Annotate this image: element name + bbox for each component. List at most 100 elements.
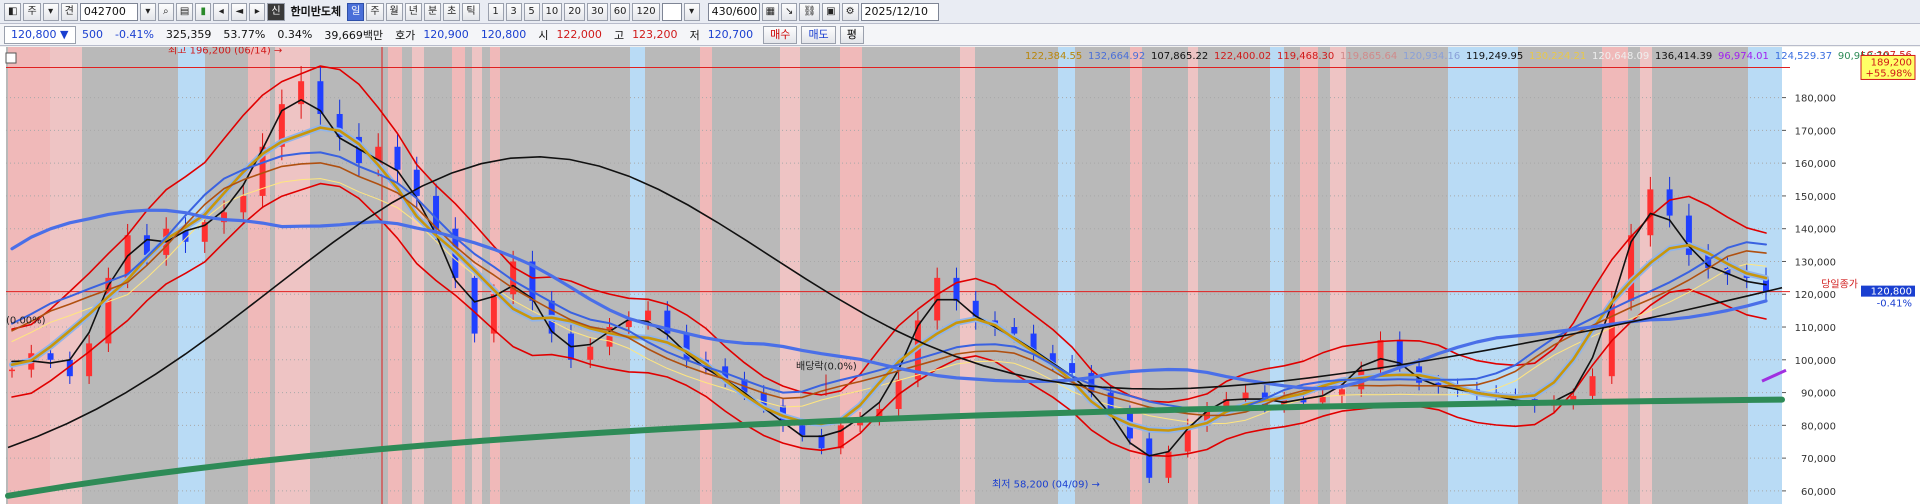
candle-body xyxy=(240,195,247,213)
y-tick-label: 110,000 xyxy=(1795,323,1836,334)
lowest-annotation: 최저 58,200 (04/09) → xyxy=(992,479,1100,491)
period-tick-button[interactable]: 틱 xyxy=(462,2,480,21)
prev-stock-icon[interactable]: ◂ xyxy=(213,2,230,21)
chart-canvas[interactable]: 180,000 170,000 160,000 150,000 140,000 130,0… xyxy=(0,47,1920,504)
period-minute-button[interactable]: 분 xyxy=(423,2,442,21)
quote-bar: 120,800 ▼ 500 -0.41% 325,359 53.77% 0.34… xyxy=(0,24,1920,46)
count-input[interactable]: 430/600 xyxy=(707,2,760,21)
y-tick-label: 160,000 xyxy=(1795,159,1836,170)
price-chart[interactable]: 180,000 170,000 160,000 150,000 140,000 130,0… xyxy=(0,47,1920,504)
ma-legend-value: 132,664.92 xyxy=(1088,51,1145,62)
left-pct-label: (0.00%) xyxy=(6,316,46,327)
chart-window: ◧ 주 ▾ 견 042700 ▾ ⌕ ▤ ▮ ◂ ◄ ▸ 신 한미반도체 일 주… xyxy=(0,0,1920,504)
y-tick-label: 70,000 xyxy=(1801,454,1836,465)
stock-code-input[interactable]: 042700 xyxy=(79,2,138,21)
table-icon[interactable]: ▦ xyxy=(761,2,780,21)
flag-icon[interactable]: ▮ xyxy=(195,2,212,21)
average-button[interactable]: 평 xyxy=(839,25,864,44)
interval-120-button[interactable]: 120 xyxy=(632,2,660,21)
ma-legend-value: 122,384.55 xyxy=(1025,51,1082,62)
interval-custom-input[interactable] xyxy=(661,2,682,21)
main-toolbar: ◧ 주 ▾ 견 042700 ▾ ⌕ ▤ ▮ ◂ ◄ ▸ 신 한미반도체 일 주… xyxy=(0,0,1920,24)
ma-legend-value: 122,400.02 xyxy=(1214,51,1271,62)
ma-legend-value: 119,249.95 xyxy=(1466,51,1523,62)
ma-legend-value: 130,224.21 xyxy=(1529,51,1586,62)
y-tick-label: 150,000 xyxy=(1795,192,1836,203)
y-tick-label: 140,000 xyxy=(1795,225,1836,236)
highlight-band xyxy=(1270,47,1284,504)
save-icon[interactable]: ▣ xyxy=(822,2,840,21)
candle-body xyxy=(1589,376,1596,396)
candle-body xyxy=(9,369,15,372)
dropdown-icon[interactable]: ▾ xyxy=(42,2,59,21)
highlight-band xyxy=(8,47,50,504)
y-tick-label: 170,000 xyxy=(1795,126,1836,137)
chain-icon[interactable]: ⛓ xyxy=(799,2,821,21)
interval-60-button[interactable]: 60 xyxy=(609,2,631,21)
window-menu-icon[interactable]: ◧ xyxy=(4,2,22,21)
volume: 325,359 xyxy=(165,28,212,41)
interval-30-button[interactable]: 30 xyxy=(587,2,608,21)
interval-3-button[interactable]: 3 xyxy=(505,2,522,21)
highlight-band xyxy=(1330,47,1346,504)
dividend-annotation: 배당락(0.0%) xyxy=(796,361,857,373)
highlight-band xyxy=(700,47,712,504)
y-tick-label: 180,000 xyxy=(1795,94,1836,105)
sell-order-button[interactable]: 매도 xyxy=(801,25,836,44)
open-label: 시 xyxy=(538,28,549,42)
interval-20-button[interactable]: 20 xyxy=(564,2,586,21)
credit-flag-badge: 신 xyxy=(267,2,285,21)
high-price-box-value: 189,200 xyxy=(1871,57,1912,68)
ma-legend-value: 120,648.09 xyxy=(1592,51,1649,62)
candle-body xyxy=(587,346,594,360)
period-second-button[interactable]: 초 xyxy=(443,2,461,21)
highlight-band xyxy=(1300,47,1318,504)
period-year-button[interactable]: 년 xyxy=(404,2,422,21)
y-tick-label: 80,000 xyxy=(1801,421,1836,432)
high-price: 123,200 xyxy=(632,28,678,41)
period-week-button[interactable]: 주 xyxy=(366,2,384,21)
price-change: 500 xyxy=(82,28,103,41)
gear-icon[interactable]: ⚙ xyxy=(841,2,859,21)
search-type-button[interactable]: 견 xyxy=(60,2,78,21)
draw-icon[interactable]: ↘ xyxy=(781,2,798,21)
candle-body xyxy=(1377,340,1384,370)
candle-body xyxy=(1011,327,1018,334)
ma-legend-value: 107,865.22 xyxy=(1151,51,1208,62)
highlight-band xyxy=(630,47,645,504)
list-icon[interactable]: ▤ xyxy=(175,2,194,21)
highlight-band xyxy=(248,47,270,504)
highlight-band xyxy=(50,47,82,504)
candle-body xyxy=(1647,189,1654,236)
candle-body xyxy=(818,435,825,449)
ma-legend-value: 136,414.39 xyxy=(1655,51,1712,62)
ma-legend-value: 124,529.37 xyxy=(1775,51,1832,62)
candle-body xyxy=(1628,235,1635,301)
last-price-box-value: 120,800 xyxy=(1871,287,1912,298)
interval-10-button[interactable]: 10 xyxy=(541,2,563,21)
date-input[interactable]: 2025/12/10 xyxy=(860,2,939,21)
last-price-box-pct: -0.41% xyxy=(1877,299,1912,310)
interval-5-button[interactable]: 5 xyxy=(523,2,540,21)
highlight-band xyxy=(1602,47,1628,504)
market-button[interactable]: 주 xyxy=(23,2,41,21)
ma-legend-value: 119,468.30 xyxy=(1277,51,1334,62)
search-icon[interactable]: ⌕ xyxy=(157,2,174,21)
y-tick-label: 120,000 xyxy=(1795,290,1836,301)
y-tick-label: 130,000 xyxy=(1795,257,1836,268)
highlight-band xyxy=(960,47,975,504)
y-axis-panel xyxy=(1782,47,1920,504)
current-price: 120,800 ▼ xyxy=(4,25,76,44)
interval-1-button[interactable]: 1 xyxy=(487,2,504,21)
turnover-pct: 0.34% xyxy=(277,28,313,41)
code-dropdown-icon[interactable]: ▾ xyxy=(139,2,156,21)
interval-dropdown-icon[interactable]: ▾ xyxy=(683,2,700,21)
period-day-button[interactable]: 일 xyxy=(347,2,365,21)
candle-body xyxy=(86,343,93,377)
candle-body xyxy=(1146,438,1153,478)
sound-icon[interactable]: ◄ xyxy=(231,2,248,21)
more-icon[interactable]: ▸ xyxy=(249,2,266,21)
period-month-button[interactable]: 월 xyxy=(385,2,403,21)
ask-price: 120,900 xyxy=(423,28,469,41)
buy-order-button[interactable]: 매수 xyxy=(763,25,798,44)
